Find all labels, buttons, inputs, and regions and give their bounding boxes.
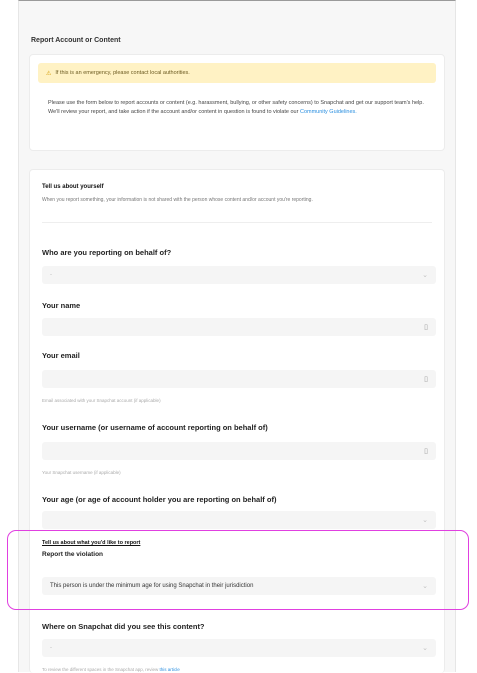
- email-input[interactable]: ▯: [42, 370, 436, 388]
- behalf-select-value: -: [50, 272, 52, 278]
- username-input[interactable]: ▯: [42, 442, 436, 460]
- behalf-select[interactable]: - ⌄: [42, 266, 436, 284]
- about-yourself-heading: Tell us about yourself: [42, 184, 104, 190]
- name-input[interactable]: ▯: [42, 318, 436, 336]
- where-select-value: -: [50, 645, 52, 651]
- section-divider: [42, 222, 432, 223]
- autofill-icon: ▯: [424, 448, 428, 455]
- name-label: Your name: [42, 301, 81, 310]
- page-title: Report Account or Content: [31, 37, 121, 44]
- autofill-icon: ▯: [424, 376, 428, 383]
- age-select[interactable]: ⌄: [42, 511, 436, 529]
- intro-body: Please use the form below to report acco…: [48, 100, 424, 115]
- where-select[interactable]: - ⌄: [42, 639, 436, 657]
- warning-icon: ⚠: [46, 70, 52, 77]
- where-helper-text: To review the different spaces in the Sn…: [42, 667, 160, 672]
- highlight-box: [7, 530, 469, 610]
- where-label: Where on Snapchat did you see this conte…: [42, 622, 205, 631]
- age-label: Your age (or age of account holder you a…: [42, 495, 277, 504]
- chevron-down-icon: ⌄: [422, 272, 428, 279]
- autofill-icon: ▯: [424, 324, 428, 331]
- email-label: Your email: [42, 351, 80, 360]
- intro-text: Please use the form below to report acco…: [48, 99, 424, 117]
- emergency-alert: ⚠ If this is an emergency, please contac…: [38, 63, 436, 83]
- username-label: Your username (or username of account re…: [42, 423, 268, 432]
- chevron-down-icon: ⌄: [422, 517, 428, 524]
- behalf-label: Who are you reporting on behalf of?: [42, 248, 172, 257]
- email-helper: Email associated with your Snapchat acco…: [42, 398, 161, 403]
- about-yourself-description: When you report something, your informat…: [42, 197, 313, 203]
- intro-card: ⚠ If this is an emergency, please contac…: [29, 54, 445, 151]
- community-guidelines-link[interactable]: Community Guidelines.: [300, 109, 357, 115]
- username-helper: Your Snapchat username (if applicable): [42, 470, 121, 475]
- article-link[interactable]: this article: [160, 667, 180, 672]
- where-helper: To review the different spaces in the Sn…: [42, 667, 180, 672]
- chevron-down-icon: ⌄: [422, 645, 428, 652]
- alert-text: If this is an emergency, please contact …: [55, 70, 190, 76]
